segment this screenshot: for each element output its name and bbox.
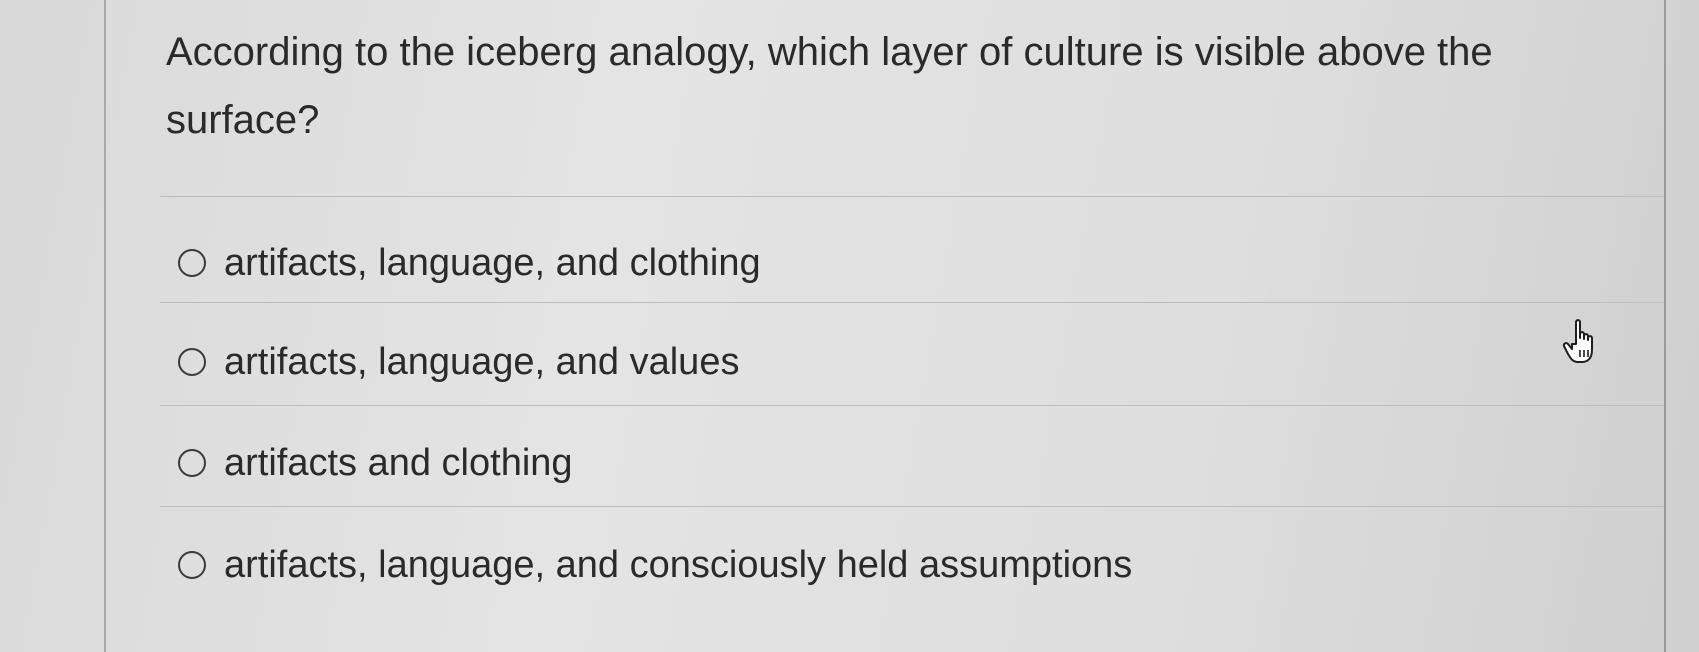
answer-option-label: artifacts, language, and values [224, 340, 740, 383]
option-divider [160, 506, 1664, 507]
hand-pointer-icon [1562, 319, 1593, 363]
panel-left-border [104, 0, 106, 652]
radio-button[interactable] [178, 249, 206, 277]
answer-option-1[interactable]: artifacts, language, and clothing [178, 238, 761, 288]
panel-right-border [1664, 0, 1666, 652]
answer-option-3[interactable]: artifacts and clothing [178, 438, 573, 488]
answer-option-2[interactable]: artifacts, language, and values [178, 337, 739, 387]
answer-option-label: artifacts and clothing [224, 441, 573, 484]
answer-option-label: artifacts, language, and clothing [224, 241, 761, 284]
radio-button[interactable] [178, 449, 206, 477]
answer-option-4[interactable]: artifacts, language, and consciously hel… [178, 540, 1132, 590]
question-text: According to the iceberg analogy, which … [166, 30, 1493, 142]
question-divider [160, 196, 1664, 197]
answer-option-label: artifacts, language, and consciously hel… [224, 543, 1133, 586]
radio-button[interactable] [178, 551, 206, 579]
option-divider [160, 405, 1664, 406]
radio-button[interactable] [178, 348, 206, 376]
option-divider [160, 302, 1664, 303]
